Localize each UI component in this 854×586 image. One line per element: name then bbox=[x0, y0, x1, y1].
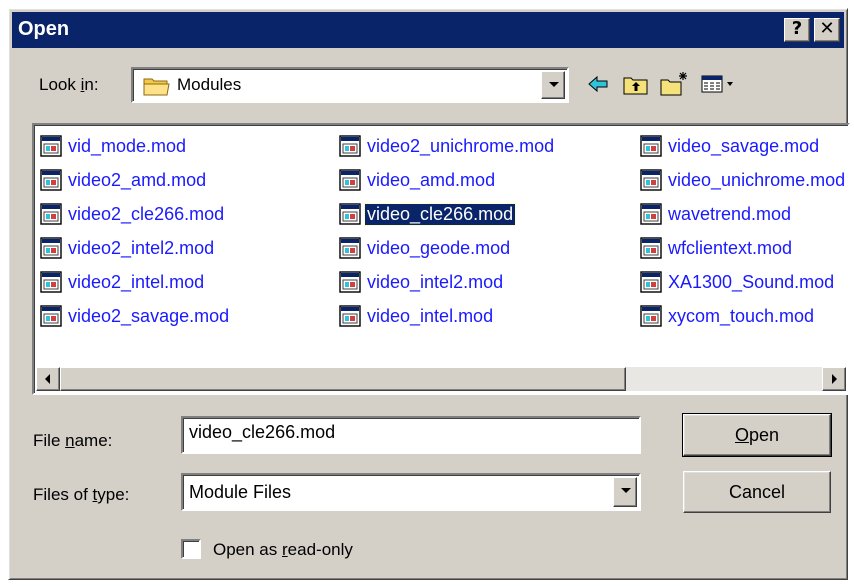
file-item-label: wfclientext.mod bbox=[668, 237, 793, 258]
file-icon bbox=[339, 271, 361, 293]
file-item[interactable]: video_geode.mod bbox=[339, 235, 512, 261]
file-item-label: video2_cle266.mod bbox=[68, 203, 225, 224]
file-item-label: video_unichrome.mod bbox=[668, 169, 846, 190]
file-icon bbox=[40, 305, 62, 327]
file-icon bbox=[40, 237, 62, 259]
file-item-label: video2_intel2.mod bbox=[68, 237, 215, 258]
file-icon bbox=[640, 305, 662, 327]
file-icon bbox=[339, 169, 361, 191]
close-button[interactable]: ✕ bbox=[814, 18, 840, 42]
new-folder-icon[interactable] bbox=[659, 69, 689, 99]
file-item-label: video_geode.mod bbox=[367, 237, 511, 258]
file-item[interactable]: video2_intel2.mod bbox=[40, 235, 216, 261]
scroll-right-arrow-icon bbox=[832, 374, 837, 384]
file-icon bbox=[640, 237, 662, 259]
file-item[interactable]: video_intel2.mod bbox=[339, 269, 505, 295]
horizontal-scrollbar[interactable] bbox=[36, 367, 846, 391]
file-item-label: video_cle266.mod bbox=[363, 202, 517, 226]
help-button[interactable]: ? bbox=[784, 18, 810, 42]
files-of-type-value: Module Files bbox=[189, 482, 292, 502]
file-item-label: xycom_touch.mod bbox=[668, 305, 815, 326]
open-dialog: Open ? ✕ Look in: Modules vid_mode.mod vi… bbox=[8, 8, 850, 580]
files-of-type-dropdown[interactable]: Module Files bbox=[181, 473, 641, 511]
window-title: Open bbox=[18, 18, 70, 40]
open-button[interactable]: Open bbox=[682, 413, 832, 457]
file-item[interactable]: video_savage.mod bbox=[640, 133, 821, 159]
file-icon bbox=[640, 203, 662, 225]
file-item-label: XA1300_Sound.mod bbox=[668, 271, 835, 292]
scroll-left-arrow-icon bbox=[45, 374, 50, 384]
file-icon bbox=[339, 305, 361, 327]
file-item-label: video2_savage.mod bbox=[68, 305, 230, 326]
file-item[interactable]: video2_cle266.mod bbox=[40, 201, 226, 227]
file-item[interactable]: xycom_touch.mod bbox=[640, 303, 816, 329]
file-icon bbox=[640, 271, 662, 293]
file-item[interactable]: video2_savage.mod bbox=[40, 303, 231, 329]
file-item[interactable]: wavetrend.mod bbox=[640, 201, 793, 227]
back-arrow-icon[interactable] bbox=[583, 69, 613, 99]
folder-icon bbox=[143, 78, 170, 96]
file-item-label: video_intel2.mod bbox=[367, 271, 504, 292]
file-item-label: video2_intel.mod bbox=[68, 271, 205, 292]
files-of-type-dropdown-button[interactable] bbox=[613, 477, 637, 507]
file-icon bbox=[339, 203, 361, 225]
file-item-label: video_intel.mod bbox=[367, 305, 494, 326]
file-item[interactable]: video_amd.mod bbox=[339, 167, 497, 193]
file-item[interactable]: wfclientext.mod bbox=[640, 235, 794, 261]
file-icon bbox=[640, 135, 662, 157]
look-in-dropdown[interactable]: Modules bbox=[131, 67, 569, 103]
read-only-label[interactable]: Open as read-only bbox=[213, 540, 353, 560]
file-name-input[interactable]: video_cle266.mod bbox=[181, 416, 641, 454]
file-list[interactable]: vid_mode.mod video2_amd.mod video2_cle266.… bbox=[32, 123, 850, 395]
look-in-dropdown-button[interactable] bbox=[541, 71, 565, 99]
file-item-label: vid_mode.mod bbox=[68, 135, 187, 156]
up-folder-icon[interactable] bbox=[621, 69, 651, 99]
file-item[interactable]: video_cle266.mod bbox=[339, 201, 517, 227]
files-of-type-label: Files of type: bbox=[33, 485, 130, 504]
file-item-label: video2_unichrome.mod bbox=[367, 135, 555, 156]
file-icon bbox=[40, 203, 62, 225]
view-menu-icon[interactable] bbox=[699, 69, 739, 99]
file-item-label: video2_amd.mod bbox=[68, 169, 207, 190]
file-icon bbox=[339, 135, 361, 157]
file-icon bbox=[40, 169, 62, 191]
file-name-label: File name: bbox=[33, 431, 113, 450]
file-item[interactable]: vid_mode.mod bbox=[40, 133, 188, 159]
file-icon bbox=[339, 237, 361, 259]
file-item[interactable]: video2_amd.mod bbox=[40, 167, 208, 193]
file-item[interactable]: video2_intel.mod bbox=[40, 269, 206, 295]
file-item[interactable]: XA1300_Sound.mod bbox=[640, 269, 836, 295]
scroll-thumb[interactable] bbox=[60, 367, 626, 391]
file-icon bbox=[40, 135, 62, 157]
current-folder-name: Modules bbox=[177, 75, 242, 94]
scroll-right-button[interactable] bbox=[822, 367, 846, 391]
file-item-label: video_savage.mod bbox=[668, 135, 820, 156]
file-item[interactable]: video_unichrome.mod bbox=[640, 167, 847, 193]
read-only-checkbox[interactable] bbox=[181, 539, 201, 559]
file-item-label: video_amd.mod bbox=[367, 169, 496, 190]
file-item[interactable]: video_intel.mod bbox=[339, 303, 495, 329]
file-item-label: wavetrend.mod bbox=[668, 203, 792, 224]
scroll-left-button[interactable] bbox=[36, 367, 60, 391]
file-icon bbox=[640, 169, 662, 191]
cancel-button[interactable]: Cancel bbox=[683, 471, 831, 513]
look-in-label: Look in: bbox=[39, 75, 99, 94]
file-item[interactable]: video2_unichrome.mod bbox=[339, 133, 556, 159]
title-bar[interactable]: Open ? ✕ bbox=[12, 12, 844, 48]
file-icon bbox=[40, 271, 62, 293]
